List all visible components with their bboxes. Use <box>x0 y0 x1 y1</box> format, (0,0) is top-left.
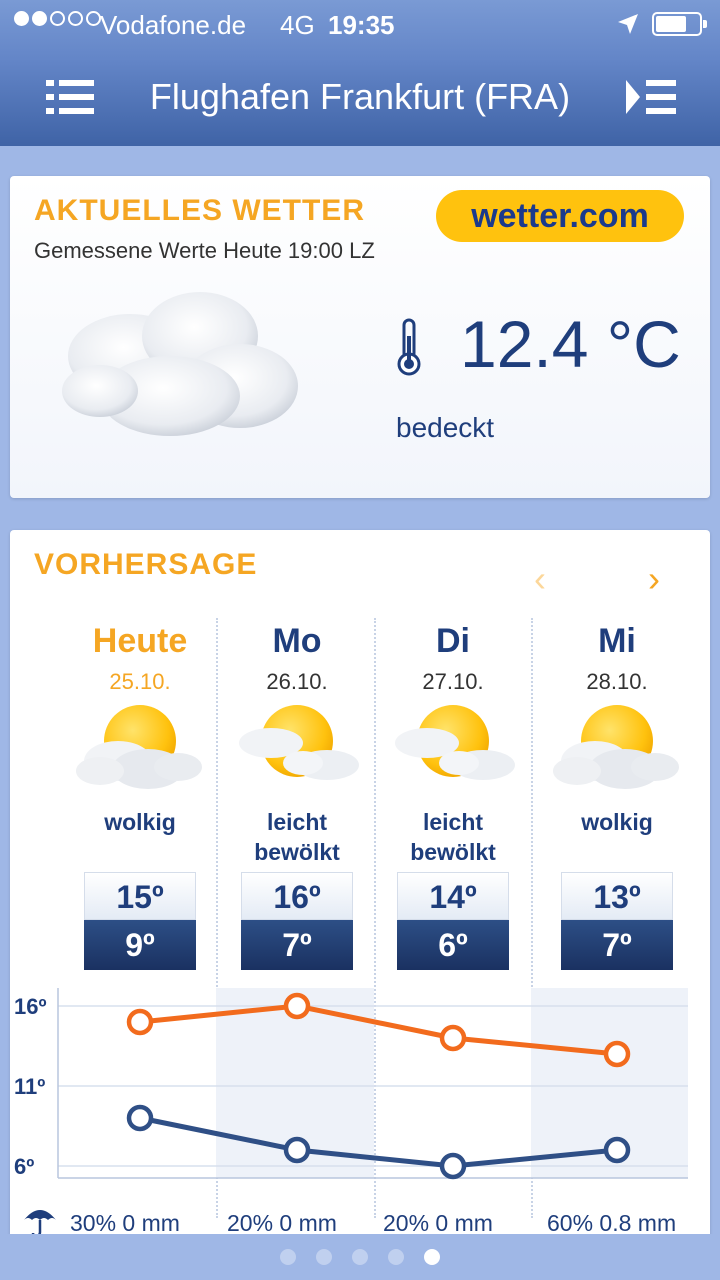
hamburger-menu-icon[interactable] <box>46 80 94 114</box>
high-temperature-point <box>283 992 311 1020</box>
low-temperature: 7º <box>241 920 353 970</box>
day-condition: leicht bewölkt <box>410 809 496 865</box>
cloudy-sun-icon <box>553 705 679 789</box>
forecast-card: VORHERSAGE ‹ › Heute 25.10. wolkig 15º 9º Mo 2… <box>10 530 710 1250</box>
temperature-box: 15º 9º <box>84 872 196 970</box>
partly-cloudy-icon <box>239 705 359 780</box>
high-temperature-point <box>603 1040 631 1068</box>
page-indicator[interactable] <box>0 1234 720 1280</box>
day-name: Di <box>436 622 470 660</box>
partly-cloudy-icon <box>395 705 515 780</box>
precipitation-value: 30% 0 mm <box>70 1210 180 1236</box>
page-title: Flughafen Frankfurt (FRA) <box>149 76 571 117</box>
forecast-day[interactable]: Mo 26.10. leicht bewölkt <box>222 622 372 867</box>
day-date: 26.10. <box>266 669 328 694</box>
day-condition: wolkig <box>104 809 176 835</box>
temperature-box: 16º 7º <box>241 872 353 970</box>
thermometer-icon <box>397 318 421 376</box>
umbrella-icon <box>24 1210 56 1238</box>
high-temperature: 13º <box>561 872 673 920</box>
location-arrow-icon <box>618 14 638 34</box>
clock-time: 19:35 <box>328 10 395 40</box>
low-temperature: 9º <box>84 920 196 970</box>
signal-strength-icon <box>14 11 101 26</box>
forecast-day[interactable]: Di 27.10. leicht bewölkt <box>378 622 528 867</box>
precipitation-value: 60% 0.8 mm <box>547 1210 677 1236</box>
brand-logo[interactable]: wetter.com <box>436 190 684 242</box>
current-condition: bedeckt <box>396 412 495 443</box>
nav-bar: Flughafen Frankfurt (FRA) <box>0 60 720 136</box>
page-dot[interactable] <box>388 1249 404 1265</box>
temperature-box: 14º 6º <box>397 872 509 970</box>
overcast-cloud-icon <box>62 292 298 436</box>
day-condition: leicht bewölkt <box>254 809 340 865</box>
forecast-day[interactable]: Mi 28.10. wolkig <box>542 622 692 867</box>
battery-icon <box>652 12 707 36</box>
y-axis-label: 11º <box>14 1074 45 1099</box>
page-dot[interactable] <box>424 1249 440 1265</box>
low-temperature: 6º <box>397 920 509 970</box>
day-date: 27.10. <box>422 669 484 694</box>
status-bar: Vodafone.de 4G 19:35 <box>0 0 720 48</box>
next-arrow-icon[interactable]: › <box>648 558 660 600</box>
play-list-icon[interactable] <box>624 78 678 116</box>
forecast-day[interactable]: Heute 25.10. wolkig <box>65 622 215 867</box>
carrier-name: Vodafone.de <box>100 10 247 40</box>
day-name: Mo <box>272 622 322 660</box>
low-temperature-point <box>126 1104 154 1132</box>
day-name: Mi <box>598 622 636 660</box>
day-date: 28.10. <box>586 669 648 694</box>
forecast-heading: VORHERSAGE <box>34 548 258 581</box>
page-dot[interactable] <box>280 1249 296 1265</box>
low-temperature-point <box>603 1136 631 1164</box>
temperature-box: 13º 7º <box>561 872 673 970</box>
y-axis-label: 6º <box>14 1154 34 1179</box>
day-name: Heute <box>92 622 188 660</box>
page-dot[interactable] <box>316 1249 332 1265</box>
high-temperature-point <box>439 1024 467 1052</box>
current-weather-card: AKTUELLES WETTER Gemessene Werte Heute 1… <box>10 176 710 498</box>
day-condition: wolkig <box>581 809 653 835</box>
current-temperature: 12.4 °C <box>460 307 681 381</box>
high-temperature: 15º <box>84 872 196 920</box>
current-weather-heading: AKTUELLES WETTER <box>34 194 365 227</box>
cloudy-sun-icon <box>76 705 202 789</box>
y-axis-label: 16º <box>14 994 47 1019</box>
low-temperature-point <box>439 1152 467 1180</box>
high-temperature: 16º <box>241 872 353 920</box>
day-date: 25.10. <box>109 669 171 694</box>
page-dot[interactable] <box>352 1249 368 1265</box>
measurement-time: Gemessene Werte Heute 19:00 LZ <box>34 238 375 263</box>
temperature-graph: 16º 11º 6º <box>14 988 688 1180</box>
precipitation-value: 20% 0 mm <box>227 1210 337 1236</box>
high-temperature: 14º <box>397 872 509 920</box>
high-temperature-point <box>126 1008 154 1036</box>
app-header: Vodafone.de 4G 19:35 Flughafen Frankfurt… <box>0 0 720 146</box>
previous-arrow-icon[interactable]: ‹ <box>534 558 546 600</box>
low-temperature-point <box>283 1136 311 1164</box>
network-type: 4G <box>280 10 315 40</box>
precipitation-value: 20% 0 mm <box>383 1210 493 1236</box>
low-temperature: 7º <box>561 920 673 970</box>
